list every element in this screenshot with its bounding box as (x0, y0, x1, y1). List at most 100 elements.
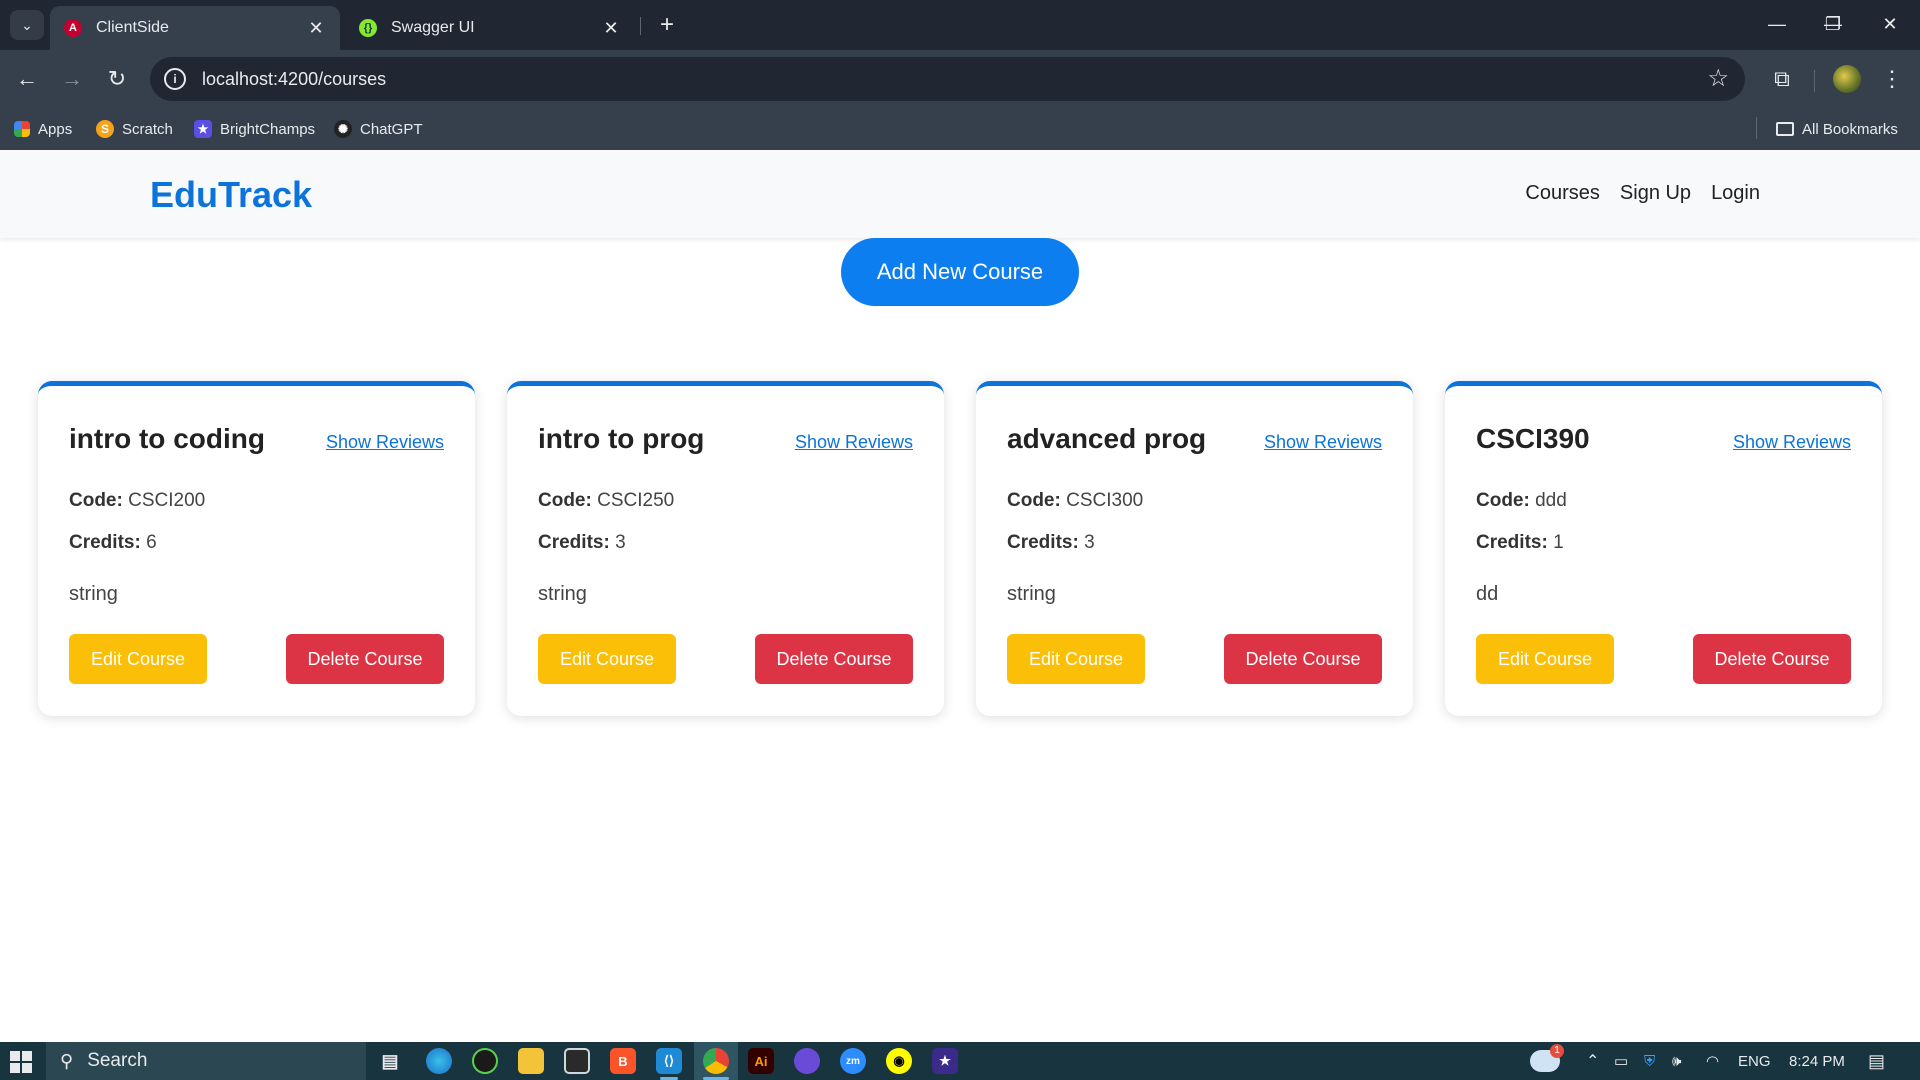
course-code: Code: ddd (1476, 490, 1567, 512)
course-credits: Credits: 3 (1007, 532, 1095, 554)
window-restore-button[interactable]: ❐ (1813, 8, 1853, 40)
code-value: CSCI200 (128, 490, 206, 511)
window-minimize-button[interactable]: — (1757, 8, 1797, 40)
taskbar-search[interactable]: ⚲ Search (46, 1042, 366, 1080)
course-description: string (538, 583, 587, 605)
windows-start-button[interactable] (10, 1051, 32, 1073)
bookmark-brightchamps[interactable]: ★ BrightChamps (194, 118, 315, 140)
volume-icon[interactable]: 🕪 (1672, 1042, 1681, 1080)
delete-course-button[interactable]: Delete Course (755, 634, 913, 684)
course-title: CSCI390 (1476, 423, 1590, 454)
code-label: Code: (1476, 490, 1530, 511)
camtasia-icon[interactable] (472, 1048, 498, 1074)
reload-button[interactable]: ↻ (100, 62, 134, 96)
bookmarks-bar: Apps S Scratch ★ BrightChamps ✺ ChatGPT … (0, 108, 1920, 150)
window-close-button[interactable]: ✕ (1870, 8, 1910, 40)
illustrator-icon[interactable]: Ai (748, 1048, 774, 1074)
profile-avatar[interactable] (1833, 65, 1861, 93)
all-bookmarks[interactable]: All Bookmarks (1776, 118, 1898, 140)
credits-label: Credits: (538, 532, 610, 553)
brightchamps-taskbar-icon[interactable]: ★ (932, 1048, 958, 1074)
code-label: Code: (1007, 490, 1061, 511)
weather-badge: 1 (1550, 1044, 1564, 1058)
site-info-icon[interactable]: i (164, 68, 186, 90)
course-description: dd (1476, 583, 1499, 605)
close-icon[interactable]: ✕ (306, 18, 326, 39)
url-text[interactable]: localhost:4200/courses (202, 69, 386, 90)
bookmark-chatgpt[interactable]: ✺ ChatGPT (334, 118, 423, 140)
code-value: CSCI300 (1066, 490, 1144, 511)
file-explorer-icon[interactable] (518, 1048, 544, 1074)
more-menu-icon[interactable]: ⋮ (1875, 62, 1909, 96)
brand-logo[interactable]: EduTrack (150, 174, 312, 216)
language-indicator[interactable]: ENG (1738, 1042, 1771, 1080)
show-reviews-link[interactable]: Show Reviews (1733, 432, 1851, 453)
credits-value: 3 (1084, 532, 1095, 553)
wifi-icon[interactable]: ◠ (1706, 1042, 1719, 1080)
bookmark-label: Scratch (122, 120, 173, 138)
brave-icon[interactable]: B (610, 1048, 636, 1074)
all-bookmarks-label: All Bookmarks (1802, 120, 1898, 138)
back-button[interactable]: ← (10, 62, 44, 96)
edit-course-button[interactable]: Edit Course (1476, 634, 1614, 684)
defender-icon[interactable]: ⛨ (1644, 1042, 1655, 1080)
bookmark-label: Apps (38, 120, 73, 138)
bookmark-star-icon[interactable]: ☆ (1707, 65, 1729, 93)
nav-login-link[interactable]: Login (1711, 182, 1760, 205)
course-card: intro to prog Show Reviews Code: CSCI250… (507, 381, 944, 716)
apps-grid-icon (14, 121, 30, 137)
close-icon[interactable]: ✕ (601, 18, 621, 39)
code-label: Code: (69, 490, 123, 511)
task-view-icon[interactable]: ▤ (377, 1048, 403, 1074)
bookmark-scratch[interactable]: S Scratch (96, 118, 173, 140)
course-title: intro to coding (69, 423, 265, 454)
weather-widget[interactable]: 1 (1530, 1042, 1564, 1080)
delete-course-button[interactable]: Delete Course (1693, 634, 1851, 684)
bookmark-label: ChatGPT (360, 120, 423, 138)
forward-button[interactable]: → (55, 62, 89, 96)
edit-course-button[interactable]: Edit Course (1007, 634, 1145, 684)
vscode-icon[interactable]: ⟨⟩ (656, 1048, 682, 1074)
nav-signup-link[interactable]: Sign Up (1620, 182, 1691, 205)
tab-clientside[interactable]: A ClientSide ✕ (50, 6, 340, 50)
add-new-course-button[interactable]: Add New Course (841, 238, 1079, 306)
credits-label: Credits: (1007, 532, 1079, 553)
nav-courses-link[interactable]: Courses (1525, 182, 1599, 205)
chevron-up-icon[interactable]: ⌃ (1586, 1042, 1599, 1080)
course-description: string (1007, 583, 1056, 605)
brightchamps-icon: ★ (194, 120, 212, 138)
tab-title: Swagger UI (391, 19, 475, 36)
delete-course-button[interactable]: Delete Course (286, 634, 444, 684)
tab-search-button[interactable]: ⌄ (10, 10, 44, 40)
folder-icon (1776, 122, 1794, 136)
zoom-icon[interactable]: zm (840, 1048, 866, 1074)
snapchat-icon[interactable]: ◉ (886, 1048, 912, 1074)
chrome-icon[interactable] (703, 1048, 729, 1074)
bookmark-label: BrightChamps (220, 120, 316, 138)
angular-icon: A (64, 19, 82, 37)
scratch-icon: S (96, 120, 114, 138)
course-credits: Credits: 1 (1476, 532, 1564, 554)
clock[interactable]: 8:24 PM (1789, 1042, 1845, 1080)
code-value: ddd (1535, 490, 1567, 511)
show-reviews-link[interactable]: Show Reviews (795, 432, 913, 453)
course-code: Code: CSCI200 (69, 490, 205, 512)
edge-icon[interactable] (426, 1048, 452, 1074)
extensions-icon[interactable]: ⧉ (1765, 62, 1799, 96)
edit-course-button[interactable]: Edit Course (538, 634, 676, 684)
show-reviews-link[interactable]: Show Reviews (326, 432, 444, 453)
show-reviews-link[interactable]: Show Reviews (1264, 432, 1382, 453)
address-bar[interactable]: i localhost:4200/courses ☆ (150, 57, 1745, 101)
app-icon[interactable] (794, 1048, 820, 1074)
notifications-icon[interactable]: ▤ (1868, 1042, 1885, 1080)
code-label: Code: (538, 490, 592, 511)
delete-course-button[interactable]: Delete Course (1224, 634, 1382, 684)
edit-course-button[interactable]: Edit Course (69, 634, 207, 684)
tab-swagger[interactable]: {} Swagger UI ✕ (345, 6, 635, 50)
new-tab-button[interactable]: + (652, 10, 682, 40)
course-list: intro to coding Show Reviews Code: CSCI2… (38, 381, 1882, 716)
bookmark-apps[interactable]: Apps (14, 118, 72, 140)
course-card: intro to coding Show Reviews Code: CSCI2… (38, 381, 475, 716)
store-icon[interactable] (564, 1048, 590, 1074)
battery-icon[interactable]: ▭ (1614, 1042, 1628, 1080)
